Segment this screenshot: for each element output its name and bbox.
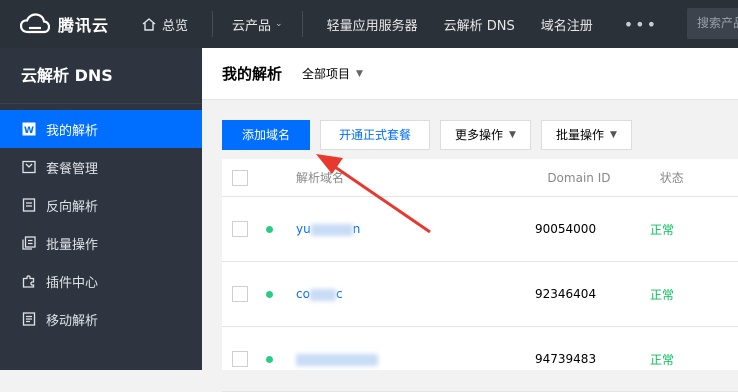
search-input[interactable]: 搜索产品 <box>687 8 738 39</box>
sidebar-item-label: 我的解析 <box>46 123 99 139</box>
svg-text:W: W <box>24 126 34 136</box>
chevron-down-icon: ⌄ <box>275 19 283 29</box>
sidebar-item-label: 移动解析 <box>46 313 99 329</box>
page-header: 我的解析 全部项目 ▼ <box>202 48 738 100</box>
batch-icon <box>22 236 36 250</box>
more-icon[interactable]: ••• <box>606 0 676 48</box>
nav-link-dns[interactable]: 云解析 DNS <box>431 0 528 48</box>
table-row: 94739483 正常 <box>222 327 738 392</box>
project-select[interactable]: 全部项目 ▼ <box>302 65 363 82</box>
redacted-blur <box>296 353 378 366</box>
mobile-dns-icon <box>22 312 36 326</box>
nav-products[interactable]: 云产品 ⌄ <box>219 0 296 48</box>
sidebar-item-label: 批量操作 <box>46 237 99 253</box>
domain-link[interactable]: co c <box>273 287 535 301</box>
brand-name: 腾讯云 <box>58 16 110 35</box>
nav-overview[interactable]: 总览 <box>124 0 206 48</box>
caret-down-icon: ▼ <box>356 68 363 79</box>
nav-divider <box>301 11 303 37</box>
domain-link[interactable]: yu n <box>273 222 535 236</box>
sidebar-item-label: 反向解析 <box>46 199 99 215</box>
sidebar-item-reverse-dns[interactable]: 反向解析 <box>0 186 202 224</box>
status-text: 正常 <box>650 287 675 302</box>
toolbar: 添加域名 开通正式套餐 更多操作 ▼ 批量操作 ▼ <box>222 120 642 150</box>
sidebar-item-batch[interactable]: 批量操作 <box>0 224 202 262</box>
sidebar-item-label: 插件中心 <box>46 275 99 291</box>
nav-link-domain[interactable]: 域名注册 <box>528 0 606 48</box>
sidebar-item-label: 套餐管理 <box>46 161 99 177</box>
nav-products-label: 云产品 <box>232 18 272 34</box>
tencent-cloud-logo-icon <box>20 13 50 34</box>
header-domain: 解析域名 <box>296 171 345 185</box>
status-dot <box>266 355 273 363</box>
sidebar-item-plugin[interactable]: 插件中心 <box>0 262 202 300</box>
caret-down-icon: ▼ <box>509 130 516 140</box>
project-select-value: 全部项目 <box>302 67 351 81</box>
sidebar: 云解析 DNS W 我的解析 套餐管理 反向解析 批量操作 插件中心 移动解析 <box>0 48 202 370</box>
add-domain-button[interactable]: 添加域名 <box>222 120 310 150</box>
home-icon <box>142 17 156 31</box>
sidebar-item-package[interactable]: 套餐管理 <box>0 148 202 186</box>
status-dot <box>266 225 273 233</box>
domain-id: 92346404 <box>535 287 597 301</box>
status-dot <box>266 290 273 298</box>
plugin-icon <box>22 274 36 288</box>
domain-prefix: co <box>296 287 310 301</box>
nav-divider <box>212 11 214 37</box>
main-content: 我的解析 全部项目 ▼ 添加域名 开通正式套餐 更多操作 ▼ 批量操作 ▼ 解析… <box>202 48 738 392</box>
select-all-checkbox[interactable] <box>232 169 248 186</box>
batch-actions-dropdown[interactable]: 批量操作 ▼ <box>540 120 632 150</box>
header-domain-id: Domain ID <box>547 170 611 185</box>
domain-id: 94739483 <box>535 352 597 366</box>
nav-overview-label: 总览 <box>162 18 189 34</box>
batch-actions-label: 批量操作 <box>555 128 604 142</box>
more-actions-label: 更多操作 <box>455 128 504 142</box>
domain-id: 90054000 <box>535 222 597 236</box>
sidebar-title: 云解析 DNS <box>0 48 202 104</box>
sidebar-item-mobile-dns[interactable]: 移动解析 <box>0 300 202 338</box>
row-checkbox[interactable] <box>232 221 248 237</box>
domain-table: 解析域名 Domain ID 状态 yu n 90054000 正常 co c 92… <box>222 159 738 392</box>
domain-suffix: n <box>352 222 361 236</box>
top-navigation-bar: 腾讯云 总览 云产品 ⌄ 轻量应用服务器 云解析 DNS 域名注册 ••• 搜索… <box>0 0 738 48</box>
row-checkbox[interactable] <box>232 286 248 302</box>
brand-logo[interactable]: 腾讯云 <box>0 0 124 48</box>
row-checkbox[interactable] <box>232 351 248 367</box>
domain-link[interactable] <box>273 352 535 366</box>
page-title: 我的解析 <box>222 65 283 83</box>
status-text: 正常 <box>650 222 675 237</box>
header-status: 状态 <box>659 171 684 185</box>
redacted-blur <box>310 223 353 236</box>
reverse-dns-icon <box>22 198 36 212</box>
open-package-button[interactable]: 开通正式套餐 <box>320 120 430 150</box>
more-actions-dropdown[interactable]: 更多操作 ▼ <box>440 120 531 150</box>
caret-down-icon: ▼ <box>609 130 617 140</box>
status-text: 正常 <box>650 352 675 367</box>
table-header: 解析域名 Domain ID 状态 <box>222 159 738 197</box>
package-icon <box>22 160 36 174</box>
table-row: co c 92346404 正常 <box>222 262 738 327</box>
nav-link-lighthouse[interactable]: 轻量应用服务器 <box>309 0 431 48</box>
redacted-blur <box>309 288 336 301</box>
table-row: yu n 90054000 正常 <box>222 197 738 262</box>
sidebar-item-my-dns[interactable]: W 我的解析 <box>0 110 202 148</box>
domain-suffix: c <box>335 287 343 301</box>
domain-prefix: yu <box>296 222 311 236</box>
my-dns-icon: W <box>22 122 36 136</box>
